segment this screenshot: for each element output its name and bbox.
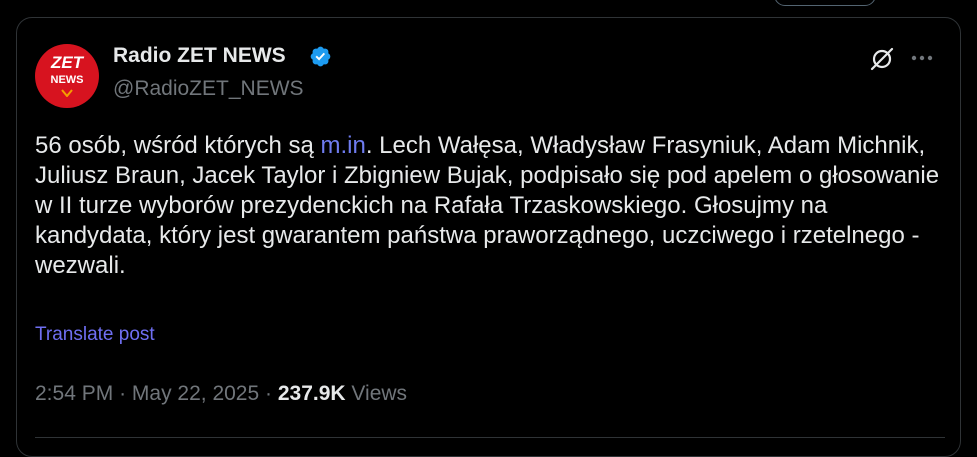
more-options-icon[interactable] [908,46,936,70]
views-label: Views [351,382,408,405]
meta-separator-2: · [265,382,273,405]
translate-post-link[interactable]: Translate post [35,324,155,346]
avatar-logo-zet: ZET [50,53,84,72]
tweet-meta: 2:54 PM · May 22, 2025 · 237.9K Views [35,382,407,406]
avatar[interactable]: ZET NEWS [35,44,99,108]
tweet-text: 56 osób, wśród których są m.in. Lech Wał… [35,131,945,281]
avatar-logo-mark-icon [61,89,73,97]
tweet-time[interactable]: 2:54 PM [35,382,113,405]
tweet-text-part-1: 56 osób, wśród których są [35,132,321,159]
meta-separator: · [119,382,127,405]
author-display-name[interactable]: Radio ZET NEWS [113,44,286,68]
divider [35,437,945,438]
tweet-link[interactable]: m.in [320,132,365,159]
author-handle[interactable]: @RadioZET_NEWS [113,77,304,101]
avatar-logo-news: NEWS [50,74,84,86]
views-count: 237.9K [277,382,346,405]
tweet-date[interactable]: May 22, 2025 [132,382,259,405]
top-pill-button[interactable] [774,0,876,6]
verified-badge-icon [310,46,331,67]
grok-icon[interactable] [869,46,895,72]
